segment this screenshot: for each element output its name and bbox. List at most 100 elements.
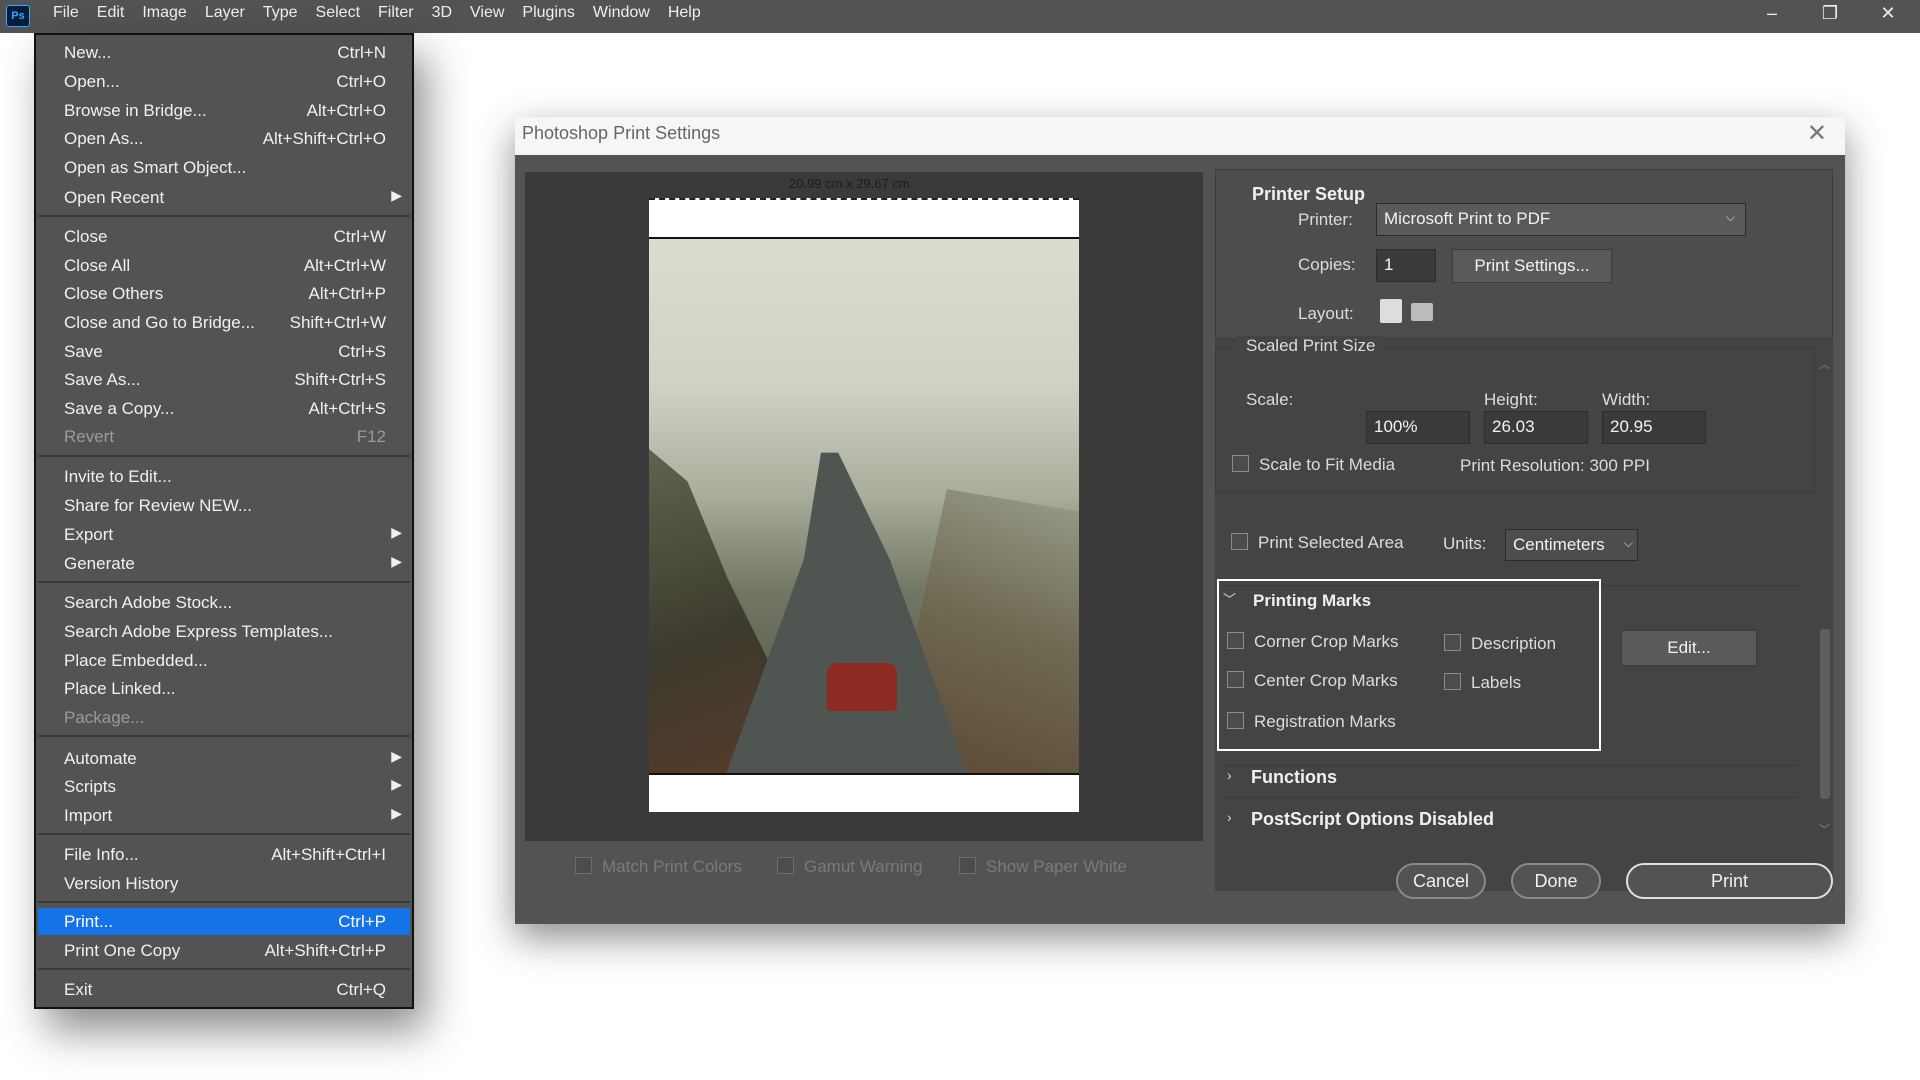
functions-header[interactable]: Functions (1251, 767, 1337, 788)
menu-item-import[interactable]: Import ▶ (38, 802, 410, 829)
paper-size-label: 20.99 cm x 29.67 cm (789, 176, 910, 191)
registration-marks-checkbox[interactable] (1227, 712, 1244, 729)
menu-item-label: Revert (64, 427, 115, 446)
menu-item-invite-edit[interactable]: Invite to Edit... (38, 463, 410, 490)
menu-item-place-embedded[interactable]: Place Embedded... (38, 647, 410, 674)
menu-item-place-linked[interactable]: Place Linked... (38, 675, 410, 702)
restore-icon[interactable]: ❐ (1802, 0, 1858, 28)
menu-item-automate[interactable]: Automate ▶ (38, 745, 410, 772)
menu-item-search-express[interactable]: Search Adobe Express Templates... (38, 618, 410, 645)
labels-checkbox[interactable] (1444, 673, 1461, 690)
labels-option[interactable]: Labels (1444, 673, 1521, 693)
menu-item-close-others[interactable]: Close Others Alt+Ctrl+P (38, 280, 410, 307)
chevron-right-icon[interactable]: › (1227, 767, 1232, 783)
close-icon[interactable]: ✕ (1807, 119, 1827, 148)
menu-window[interactable]: Window (584, 0, 659, 33)
show-paper-white-checkbox[interactable] (959, 857, 976, 874)
print-settings-button[interactable]: Print Settings... (1452, 249, 1612, 283)
corner-crop-marks-checkbox[interactable] (1227, 632, 1244, 649)
menu-select[interactable]: Select (307, 0, 369, 33)
menu-item-save[interactable]: Save Ctrl+S (38, 338, 410, 365)
menu-filter[interactable]: Filter (369, 0, 423, 33)
preview-photo[interactable] (649, 237, 1079, 775)
scale-input[interactable]: 100% (1366, 411, 1470, 444)
menu-3d[interactable]: 3D (423, 0, 461, 33)
corner-crop-marks-option[interactable]: Corner Crop Marks (1227, 632, 1399, 652)
menu-item-new[interactable]: New... Ctrl+N (38, 39, 410, 66)
minimize-icon[interactable]: – (1744, 0, 1800, 28)
landscape-layout-icon[interactable] (1411, 303, 1433, 321)
menu-item-share-review[interactable]: Share for Review NEW... (38, 492, 410, 519)
print-selected-area-option[interactable]: Print Selected Area (1231, 533, 1404, 553)
scale-to-fit-option[interactable]: Scale to Fit Media (1232, 455, 1395, 475)
postscript-options-header[interactable]: PostScript Options Disabled (1251, 809, 1494, 830)
menu-item-open[interactable]: Open... Ctrl+O (38, 68, 410, 95)
print-settings-dialog: Photoshop Print Settings ✕ 20.99 cm x 29… (515, 117, 1845, 924)
center-crop-marks-option[interactable]: Center Crop Marks (1227, 671, 1398, 691)
printing-marks-header[interactable]: Printing Marks (1253, 591, 1371, 611)
width-input[interactable]: 20.95 (1602, 411, 1706, 444)
menu-item-exit[interactable]: Exit Ctrl+Q (38, 976, 410, 1003)
copies-input[interactable]: 1 (1376, 249, 1436, 282)
menu-layer[interactable]: Layer (196, 0, 254, 33)
menu-item-close[interactable]: Close Ctrl+W (38, 223, 410, 250)
menu-item-search-stock[interactable]: Search Adobe Stock... (38, 589, 410, 616)
edit-button[interactable]: Edit... (1621, 630, 1757, 666)
close-window-icon[interactable]: ✕ (1860, 0, 1916, 28)
menu-help[interactable]: Help (659, 0, 710, 33)
gamut-warning-option[interactable]: Gamut Warning (777, 857, 922, 877)
menu-item-save-as[interactable]: Save As... Shift+Ctrl+S (38, 366, 410, 393)
menu-separator (38, 901, 410, 903)
menu-item-version-history[interactable]: Version History (38, 870, 410, 897)
print-selected-area-checkbox[interactable] (1231, 533, 1248, 550)
menu-item-scripts[interactable]: Scripts ▶ (38, 773, 410, 800)
menu-edit[interactable]: Edit (88, 0, 134, 33)
labels-label: Labels (1471, 673, 1522, 692)
printing-marks-section: ﹀ Printing Marks Corner Crop Marks Cente… (1217, 579, 1601, 751)
menu-item-shortcut: Ctrl+W (333, 227, 386, 246)
printer-select[interactable]: Microsoft Print to PDF ⌵ (1376, 203, 1746, 236)
menu-item-close-go-bridge[interactable]: Close and Go to Bridge... Shift+Ctrl+W (38, 309, 410, 336)
settings-scrollbar[interactable]: ︿ ﹀ (1817, 354, 1833, 839)
scrollbar-thumb[interactable] (1820, 629, 1830, 799)
menubar: Ps File Edit Image Layer Type Select Fil… (0, 0, 1920, 33)
chevron-down-icon[interactable]: ﹀ (1223, 589, 1236, 608)
menu-item-close-all[interactable]: Close All Alt+Ctrl+W (38, 252, 410, 279)
gamut-warning-checkbox[interactable] (777, 857, 794, 874)
height-input[interactable]: 26.03 (1484, 411, 1588, 444)
units-select[interactable]: Centimeters ⌵ (1505, 529, 1638, 561)
menu-item-generate[interactable]: Generate ▶ (38, 550, 410, 577)
menu-item-browse-bridge[interactable]: Browse in Bridge... Alt+Ctrl+O (38, 97, 410, 124)
cancel-button[interactable]: Cancel (1396, 863, 1486, 899)
menu-type[interactable]: Type (254, 0, 307, 33)
menu-item-open-smart-object[interactable]: Open as Smart Object... (38, 154, 410, 181)
menu-item-open-as[interactable]: Open As... Alt+Shift+Ctrl+O (38, 125, 410, 152)
match-print-colors-option[interactable]: Match Print Colors (575, 857, 742, 877)
print-button[interactable]: Print (1626, 863, 1833, 899)
match-print-colors-checkbox[interactable] (575, 857, 592, 874)
description-option[interactable]: Description (1444, 634, 1556, 654)
menu-item-file-info[interactable]: File Info... Alt+Shift+Ctrl+I (38, 841, 410, 868)
registration-marks-option[interactable]: Registration Marks (1227, 712, 1396, 732)
menu-item-save-copy[interactable]: Save a Copy... Alt+Ctrl+S (38, 395, 410, 422)
menu-item-shortcut: Ctrl+N (337, 43, 386, 62)
menu-item-print-one-copy[interactable]: Print One Copy Alt+Shift+Ctrl+P (38, 937, 410, 964)
description-checkbox[interactable] (1444, 634, 1461, 651)
scale-to-fit-checkbox[interactable] (1232, 455, 1249, 472)
section-divider (1223, 765, 1799, 766)
menu-plugins[interactable]: Plugins (513, 0, 583, 33)
menu-view[interactable]: View (461, 0, 513, 33)
menu-image[interactable]: Image (133, 0, 195, 33)
scroll-down-icon[interactable]: ﹀ (1819, 821, 1830, 837)
menu-file[interactable]: File (44, 0, 88, 33)
chevron-right-icon[interactable]: › (1227, 809, 1232, 825)
portrait-layout-icon[interactable] (1380, 299, 1402, 323)
submenu-arrow-icon: ▶ (391, 187, 402, 203)
scroll-up-icon[interactable]: ︿ (1819, 356, 1830, 372)
show-paper-white-option[interactable]: Show Paper White (959, 857, 1127, 877)
done-button[interactable]: Done (1511, 863, 1601, 899)
menu-item-print[interactable]: Print... Ctrl+P (38, 908, 410, 935)
menu-item-export[interactable]: Export ▶ (38, 521, 410, 548)
menu-item-open-recent[interactable]: Open Recent ▶ (38, 184, 410, 211)
center-crop-marks-checkbox[interactable] (1227, 671, 1244, 688)
